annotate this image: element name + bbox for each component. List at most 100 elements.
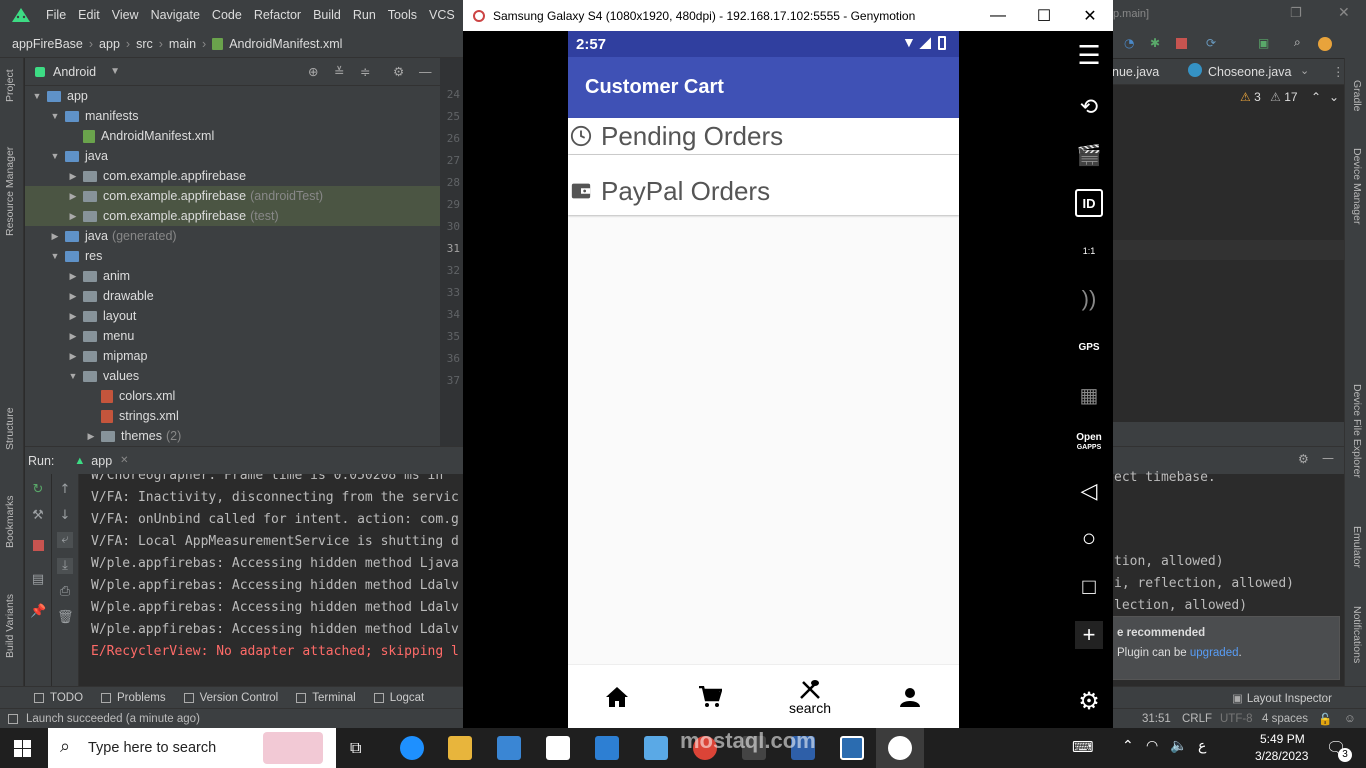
- stop-icon[interactable]: [1176, 38, 1187, 49]
- breadcrumb-file[interactable]: AndroidManifest.xml: [229, 37, 342, 51]
- tree-item[interactable]: strings.xml: [25, 406, 440, 426]
- tree-item[interactable]: ▶ com.example.appfirebase (test): [25, 206, 440, 226]
- line-separator[interactable]: CRLF: [1182, 713, 1212, 725]
- tab-structure[interactable]: Structure: [4, 407, 16, 450]
- tree-item[interactable]: ▼ app: [25, 86, 440, 106]
- chevron-down-icon[interactable]: ▼: [31, 91, 43, 101]
- chevron-right-icon[interactable]: ▶: [67, 171, 79, 182]
- sync-icon[interactable]: ⟳: [1206, 36, 1216, 50]
- volume-icon[interactable]: 🔈: [1170, 738, 1187, 754]
- tab-problems[interactable]: Problems: [101, 692, 166, 704]
- tree-item[interactable]: colors.xml: [25, 386, 440, 406]
- wrench-icon[interactable]: ⚒: [30, 508, 46, 524]
- tree-item[interactable]: ▶ menu: [25, 326, 440, 346]
- nav-search[interactable]: search: [761, 665, 859, 728]
- close-tab-icon[interactable]: ✕: [120, 455, 128, 466]
- up-arrow-icon[interactable]: ↑: [57, 482, 73, 498]
- gear-icon[interactable]: ⚙: [393, 64, 404, 79]
- clock-date[interactable]: 3/28/2023: [1255, 749, 1308, 763]
- collapse-all-icon[interactable]: ≑: [360, 64, 370, 79]
- editor-settings-icon[interactable]: ⋮: [1332, 64, 1345, 79]
- minimize-icon[interactable]: —: [975, 7, 1021, 25]
- soft-wrap-icon[interactable]: ⤶: [57, 532, 73, 548]
- menu-edit[interactable]: Edit: [78, 8, 100, 22]
- pending-orders-row[interactable]: Pending Orders: [568, 118, 959, 154]
- keyboard-icon[interactable]: ⌨: [1072, 738, 1094, 756]
- nav-cart[interactable]: [661, 665, 759, 728]
- device-id-icon[interactable]: ID: [1075, 189, 1103, 217]
- hide-icon[interactable]: —: [419, 65, 432, 79]
- locate-icon[interactable]: ⊕: [308, 64, 318, 79]
- settings-gear-icon[interactable]: ⚙: [1075, 687, 1103, 715]
- restore-icon[interactable]: ❐: [1290, 6, 1302, 21]
- tree-item[interactable]: ▼ values: [25, 366, 440, 386]
- tab-choseone-java[interactable]: Choseone.java: [1208, 65, 1291, 79]
- menu-tools[interactable]: Tools: [388, 8, 417, 22]
- print-icon[interactable]: ⎙: [57, 584, 73, 600]
- breadcrumb-module[interactable]: app: [99, 37, 120, 51]
- nav-profile[interactable]: [861, 665, 959, 728]
- inspection-widget[interactable]: ⚠ 3 ⚠ 17 ⌃ ⌄: [1240, 90, 1339, 104]
- network-icon[interactable]: )): [1075, 285, 1103, 313]
- tree-item[interactable]: ▶ java (generated): [25, 226, 440, 246]
- tab-terminal[interactable]: Terminal: [296, 692, 356, 704]
- tab-nue-java[interactable]: nue.java: [1112, 65, 1159, 79]
- tree-item[interactable]: ▼ java: [25, 146, 440, 166]
- tab-bookmarks[interactable]: Bookmarks: [4, 495, 16, 548]
- tree-item[interactable]: ▶ com.example.appfirebase: [25, 166, 440, 186]
- media-icon[interactable]: ▦: [1075, 381, 1103, 409]
- recents-icon[interactable]: □: [1075, 573, 1103, 601]
- open-gapps-icon[interactable]: Open GAPPS: [1075, 429, 1103, 457]
- tab-layout-inspector[interactable]: ▣ Layout Inspector: [1232, 691, 1332, 705]
- tree-item[interactable]: ▶ com.example.appfirebase (androidTest): [25, 186, 440, 206]
- tree-item[interactable]: ▶ themes (2): [25, 426, 440, 446]
- down-arrow-icon[interactable]: ↓: [57, 508, 73, 524]
- tree-item[interactable]: ▶ anim: [25, 266, 440, 286]
- breadcrumb-src[interactable]: src: [136, 37, 153, 51]
- profile-icon[interactable]: ◔: [1124, 36, 1134, 50]
- file-encoding[interactable]: UTF-8: [1220, 713, 1253, 725]
- chevron-right-icon[interactable]: ▶: [49, 231, 61, 242]
- hide-icon[interactable]: —: [1322, 451, 1334, 465]
- breadcrumb-project[interactable]: appFireBase: [12, 37, 83, 51]
- clock-time[interactable]: 5:49 PM: [1260, 732, 1305, 746]
- nav-home[interactable]: [568, 665, 666, 728]
- chevron-up-icon[interactable]: ⌃: [1122, 738, 1134, 754]
- breadcrumb-main[interactable]: main: [169, 37, 196, 51]
- notepad-icon[interactable]: [546, 736, 570, 760]
- scroll-end-icon[interactable]: ⤓: [57, 558, 73, 574]
- tab-notifications[interactable]: Notifications: [1351, 606, 1363, 663]
- menu-run[interactable]: Run: [353, 8, 376, 22]
- chevron-down-icon[interactable]: ▼: [110, 66, 120, 77]
- menu-code[interactable]: Code: [212, 8, 242, 22]
- tab-todo[interactable]: TODO: [34, 692, 83, 704]
- chevron-right-icon[interactable]: ▶: [67, 331, 79, 342]
- debug-icon[interactable]: ✱: [1150, 36, 1160, 50]
- tree-item[interactable]: ▶ drawable: [25, 286, 440, 306]
- virtualbox-icon[interactable]: [644, 736, 668, 760]
- menu-file[interactable]: File: [46, 8, 66, 22]
- gps-icon[interactable]: GPS: [1075, 333, 1103, 361]
- gear-icon[interactable]: ⚙: [1298, 452, 1309, 466]
- menu-vcs[interactable]: VCS: [429, 8, 455, 22]
- pixel-perfect-icon[interactable]: 1:1: [1075, 237, 1103, 265]
- tree-item[interactable]: ▼ manifests: [25, 106, 440, 126]
- update-notification[interactable]: e recommended Plugin can be upgraded.: [1108, 616, 1340, 680]
- hamburger-menu-icon[interactable]: ☰: [1075, 40, 1103, 70]
- tree-item[interactable]: AndroidManifest.xml: [25, 126, 440, 146]
- run-console[interactable]: W/Choreographer: Frame time is 0.050208 …: [80, 474, 463, 686]
- tab-version-control[interactable]: Version Control: [183, 692, 278, 704]
- maximize-icon[interactable]: ☐: [1021, 6, 1067, 26]
- chevron-down-icon[interactable]: ▼: [49, 251, 61, 261]
- chevron-right-icon[interactable]: ▶: [67, 191, 79, 202]
- chevron-down-icon[interactable]: ▼: [67, 371, 79, 381]
- language-indicator[interactable]: ع: [1198, 738, 1206, 754]
- tab-device-manager[interactable]: Device Manager: [1351, 148, 1363, 224]
- mail-icon[interactable]: [595, 736, 619, 760]
- file-explorer-icon[interactable]: [448, 736, 472, 760]
- task-view-icon[interactable]: ⧉: [350, 738, 361, 758]
- capture-icon[interactable]: 🎬: [1075, 141, 1103, 169]
- close-icon[interactable]: ✕: [1338, 5, 1350, 21]
- cursor-position[interactable]: 31:51: [1142, 713, 1171, 725]
- android-studio-icon[interactable]: [840, 736, 864, 760]
